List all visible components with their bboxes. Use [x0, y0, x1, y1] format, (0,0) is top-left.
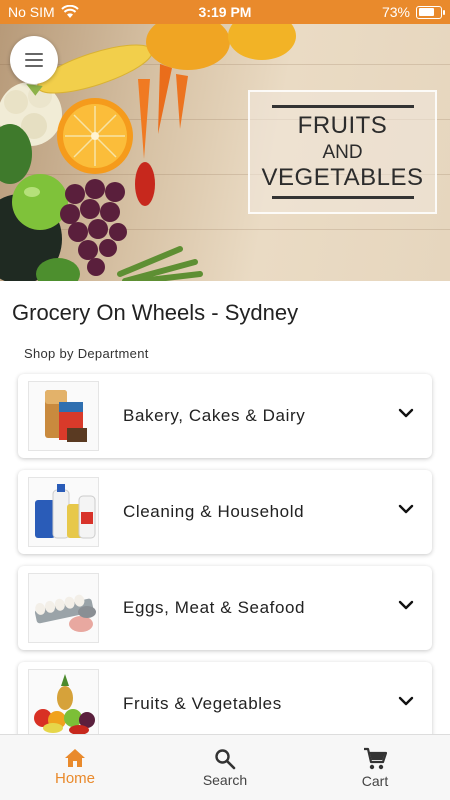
sign-divider-bottom [271, 196, 414, 199]
cart-icon [364, 747, 387, 769]
hamburger-line-icon [25, 59, 43, 61]
sign-line-and: AND [322, 142, 363, 163]
bakery-products-image [28, 381, 99, 451]
chevron-down-icon[interactable] [398, 693, 414, 709]
department-label: Bakery, Cakes & Dairy [123, 406, 306, 425]
hamburger-line-icon [25, 53, 43, 55]
battery-percent: 73% [381, 4, 410, 20]
hero-sign: FRUITS AND VEGETABLES [248, 90, 437, 214]
status-right: 73% [381, 4, 445, 20]
sign-divider-top [271, 105, 414, 108]
department-item-eggs-meat[interactable]: Eggs, Meat & Seafood [18, 566, 432, 650]
hamburger-line-icon [25, 65, 43, 67]
store-title: Grocery On Wheels - Sydney [12, 300, 299, 325]
sign-line-fruits: FRUITS [297, 112, 388, 139]
status-bar: No SIM 3:19 PM 73% [0, 0, 450, 24]
sign-line-vegetables: VEGETABLES [261, 164, 424, 191]
nav-cart[interactable]: Cart [300, 735, 450, 800]
department-label: Cleaning & Household [123, 502, 305, 521]
hero-banner: FRUITS AND VEGETABLES [0, 24, 450, 281]
nav-cart-label: Cart [361, 772, 389, 789]
department-item-cleaning[interactable]: Cleaning & Household [18, 470, 432, 554]
battery-icon [416, 5, 445, 19]
department-item-bakery[interactable]: Bakery, Cakes & Dairy [18, 374, 432, 458]
department-label: Eggs, Meat & Seafood [123, 598, 306, 617]
nav-home[interactable]: Home [0, 735, 150, 800]
fruits-vegetables-image [28, 669, 99, 739]
section-label: Shop by Department [24, 346, 149, 361]
chevron-down-icon[interactable] [398, 405, 414, 421]
home-icon [65, 749, 85, 767]
search-icon [215, 748, 236, 769]
carrier-label: No SIM [8, 4, 55, 20]
cleaning-products-image [28, 477, 99, 547]
menu-button[interactable] [10, 36, 58, 84]
nav-search[interactable]: Search [150, 735, 300, 800]
nav-home-label: Home [54, 770, 95, 787]
bottom-nav: Home Search Cart [0, 734, 450, 800]
eggs-meat-seafood-image [28, 573, 99, 643]
chevron-down-icon[interactable] [398, 501, 414, 517]
nav-search-label: Search [202, 771, 248, 788]
department-label: Fruits & Vegetables [123, 694, 282, 713]
wifi-icon [60, 5, 79, 18]
chevron-down-icon[interactable] [398, 597, 414, 613]
status-left: No SIM [8, 4, 79, 20]
